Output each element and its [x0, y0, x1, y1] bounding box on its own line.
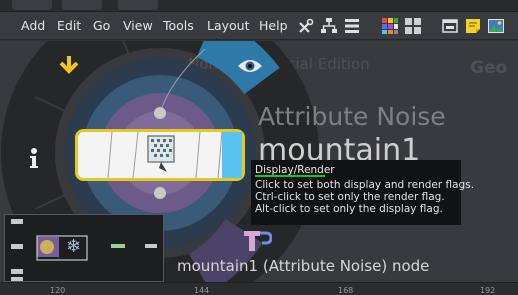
- tooltip-line: Alt-click to set only the display flag.: [255, 203, 443, 215]
- arrow-down-icon[interactable]: [58, 53, 80, 75]
- color-palette-icon[interactable]: [381, 17, 399, 35]
- pane-tab[interactable]: [12, 0, 52, 10]
- menu-tools[interactable]: Tools: [163, 18, 194, 33]
- flag-tooltip: Display/Render Click to set both display…: [251, 160, 475, 225]
- menu-add[interactable]: Add: [21, 18, 45, 33]
- info-icon[interactable]: [27, 147, 41, 169]
- sticky-note-icon[interactable]: [464, 17, 482, 35]
- template-flag-icon[interactable]: [238, 229, 272, 251]
- svg-text:❄: ❄: [66, 236, 81, 257]
- title-strip: [0, 0, 518, 12]
- pane-tab[interactable]: [62, 0, 102, 10]
- ruler-tick: 120: [50, 286, 66, 295]
- eye-icon[interactable]: [237, 57, 263, 75]
- pane-tab[interactable]: [118, 0, 158, 10]
- menu-edit[interactable]: Edit: [57, 18, 81, 33]
- network-box-icon[interactable]: [441, 17, 459, 35]
- tools-icon[interactable]: [297, 17, 315, 35]
- minimap-content: ❄: [11, 219, 157, 281]
- network-layout-icon[interactable]: [320, 17, 338, 35]
- list-view-icon[interactable]: [343, 17, 361, 35]
- tooltip-underline: [255, 175, 325, 177]
- ruler-tick: 192: [480, 286, 496, 295]
- tooltip-line: Click to set both display and render fla…: [255, 179, 475, 191]
- network-editor-canvas[interactable]: Non-Commercial Edition Geo Attribute Noi…: [0, 41, 518, 282]
- node-type-label: Attribute Noise: [258, 102, 446, 131]
- menu-help[interactable]: Help: [259, 18, 288, 33]
- node-shapes-icon[interactable]: [404, 17, 422, 35]
- ruler-tick: 144: [194, 286, 210, 295]
- tooltip-line: Ctrl-click to set only the render flag.: [255, 191, 445, 203]
- display-flag: [222, 132, 242, 178]
- node-info-footer: mountain1 (Attribute Noise) node: [177, 257, 430, 275]
- menubar: Add Edit Go View Tools Layout Help: [0, 12, 518, 40]
- node-attribute-noise[interactable]: [75, 129, 245, 181]
- menu-go[interactable]: Go: [93, 18, 110, 33]
- ruler-tick: 168: [338, 286, 354, 295]
- network-overview-minimap[interactable]: ❄: [4, 214, 164, 282]
- menu-layout[interactable]: Layout: [207, 18, 250, 33]
- canvas-ruler: 120 144 168 192: [0, 282, 518, 295]
- background-image-icon[interactable]: [487, 17, 505, 35]
- menu-view[interactable]: View: [123, 18, 153, 33]
